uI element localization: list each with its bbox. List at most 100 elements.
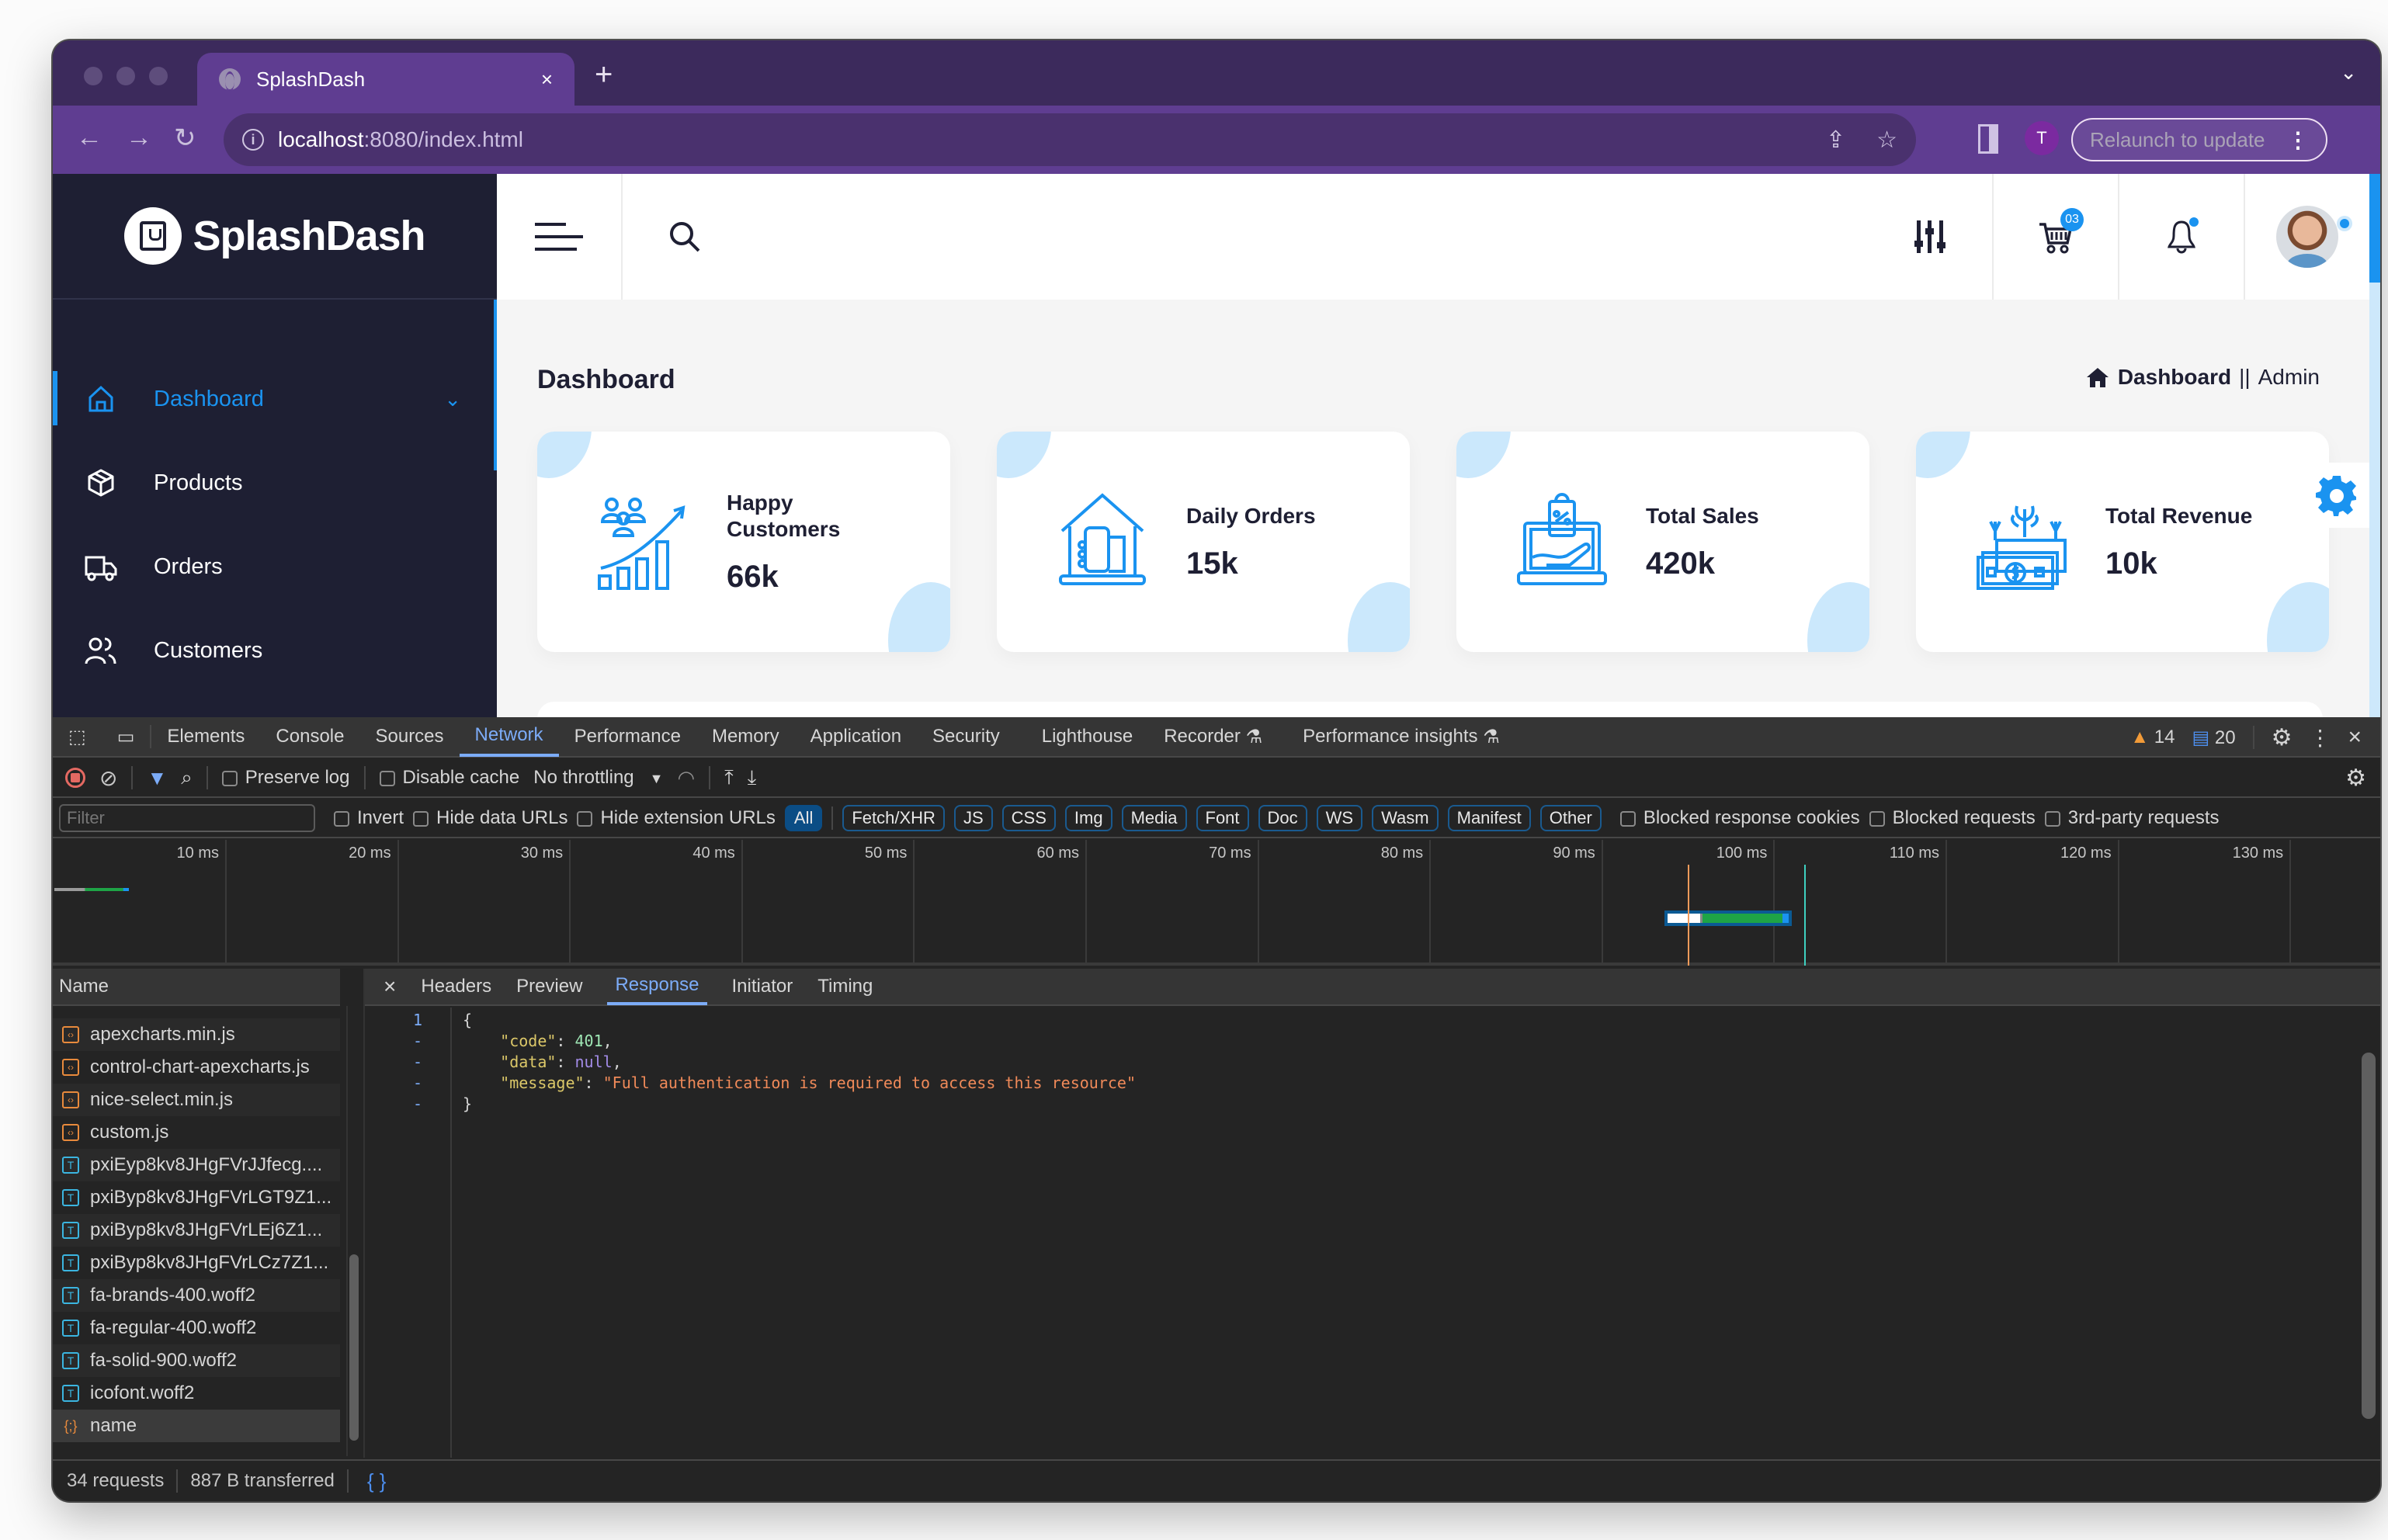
close-detail-icon[interactable]: × <box>384 974 396 999</box>
address-bar[interactable]: i localhost :8080/index.html ⇪ ☆ <box>224 113 1916 166</box>
zoom-window-button[interactable] <box>149 67 168 85</box>
request-row[interactable]: ‹› apexcharts.min.js <box>53 1018 340 1051</box>
relaunch-button[interactable]: Relaunch to update ⋮ <box>2071 118 2327 161</box>
request-row[interactable]: TpxiByp8kv8JHgFVrLGT9Z1... <box>53 1181 340 1214</box>
request-row[interactable]: Ticofont.woff2 <box>53 1377 340 1410</box>
hide-extension-urls-checkbox[interactable]: Hide extension URLs <box>577 807 776 829</box>
site-info-icon[interactable]: i <box>242 129 264 151</box>
detail-tab-initiator[interactable]: Initiator <box>732 976 793 997</box>
more-menu-icon[interactable]: ⋮ <box>2287 127 2309 153</box>
type-filter-css[interactable]: CSS <box>1001 805 1056 831</box>
type-filter-doc[interactable]: Doc <box>1258 805 1307 831</box>
request-row[interactable]: TpxiEyp8kv8JHgFVrJJfecg.... <box>53 1149 340 1181</box>
forward-icon[interactable]: → <box>126 123 152 153</box>
minimize-window-button[interactable] <box>116 67 135 85</box>
request-row[interactable]: ‹› control-chart-apexcharts.js <box>53 1051 340 1084</box>
breadcrumb-current[interactable]: Dashboard <box>2118 365 2231 390</box>
type-filter-manifest[interactable]: Manifest <box>1447 805 1531 831</box>
warnings-counter[interactable]: ▲ 14 <box>2130 727 2175 748</box>
type-filter-media[interactable]: Media <box>1121 805 1187 831</box>
messages-counter[interactable]: ▤ 20 <box>2192 727 2236 749</box>
type-filter-js[interactable]: JS <box>953 805 993 831</box>
chevron-down-icon[interactable]: ⌄ <box>444 387 461 411</box>
tab-memory[interactable]: Memory <box>696 716 795 757</box>
disable-cache-checkbox[interactable]: Disable cache <box>379 767 519 789</box>
request-row[interactable]: ‹› nice-select.min.js <box>53 1084 340 1116</box>
request-row[interactable]: TpxiByp8kv8JHgFVrLCz7Z1... <box>53 1247 340 1279</box>
sidebar-item-orders[interactable]: Orders <box>53 525 497 609</box>
type-filter-ws[interactable]: WS <box>1316 805 1363 831</box>
type-filter-font[interactable]: Font <box>1196 805 1249 831</box>
clear-icon[interactable]: ⊘ <box>99 765 117 791</box>
filter-funnel-icon[interactable]: ▼ <box>147 766 167 790</box>
network-conditions-icon[interactable]: ◠ <box>678 766 696 790</box>
request-row[interactable]: Tfa-solid-900.woff2 <box>53 1344 340 1377</box>
throttling-select[interactable]: No throttling ▼ <box>533 767 663 789</box>
side-panel-icon[interactable] <box>1978 124 1998 154</box>
request-row[interactable]: TpxiByp8kv8JHgFVrLEj6Z1... <box>53 1214 340 1247</box>
import-har-icon[interactable]: ⤒ <box>724 765 734 790</box>
detail-tab-timing[interactable]: Timing <box>817 976 873 997</box>
devtools-more-icon[interactable]: ⋮ <box>2309 725 2331 751</box>
type-filter-all[interactable]: All <box>784 805 823 831</box>
close-window-button[interactable] <box>84 67 102 85</box>
search-button[interactable] <box>623 174 747 300</box>
menu-toggle-button[interactable] <box>497 174 621 300</box>
settings-sliders-button[interactable] <box>1868 174 1992 300</box>
tab-lighthouse[interactable]: Lighthouse <box>1026 716 1148 757</box>
sidebar-item-dashboard[interactable]: Dashboard ⌄ <box>53 357 497 441</box>
profile-avatar[interactable]: T <box>2025 121 2059 155</box>
tab-search-chevron-icon[interactable]: ⌄ <box>2340 61 2357 85</box>
type-filter-img[interactable]: Img <box>1064 805 1112 831</box>
tab-network[interactable]: Network <box>459 716 559 757</box>
type-filter-other[interactable]: Other <box>1539 805 1602 831</box>
tab-recorder[interactable]: Recorder ⚗ <box>1148 716 1278 757</box>
devtools-close-icon[interactable]: × <box>2348 724 2362 751</box>
network-overview-timeline[interactable]: 10 ms 20 ms 30 ms 40 ms 50 ms 60 ms 70 ms 80 ms… <box>53 840 2380 966</box>
share-icon[interactable]: ⇪ <box>1826 127 1845 154</box>
theme-settings-button[interactable] <box>2304 463 2369 528</box>
tab-close-icon[interactable]: × <box>541 68 553 92</box>
request-row[interactable]: {;} name <box>53 1410 340 1442</box>
logo[interactable]: SplashDash <box>53 174 497 300</box>
new-tab-button[interactable]: + <box>595 57 613 92</box>
devtools-settings-icon[interactable]: ⚙ <box>2272 724 2293 751</box>
response-scrollbar[interactable] <box>2362 1053 2376 1419</box>
sidebar-item-products[interactable]: Products <box>53 441 497 525</box>
name-column-header[interactable]: Name <box>53 969 340 1006</box>
tab-performance[interactable]: Performance <box>559 716 696 757</box>
tab-elements[interactable]: Elements <box>151 716 260 757</box>
blocked-cookies-checkbox[interactable]: Blocked response cookies <box>1619 807 1860 829</box>
browser-tab[interactable]: SplashDash × <box>197 53 574 106</box>
tab-sources[interactable]: Sources <box>359 716 459 757</box>
record-stop-icon[interactable] <box>65 768 85 788</box>
tab-application[interactable]: Application <box>795 716 917 757</box>
filter-input[interactable] <box>59 804 315 832</box>
type-filter-fetch-xhr[interactable]: Fetch/XHR <box>842 805 945 831</box>
device-toolbar-icon[interactable]: ▭ <box>102 716 151 757</box>
tab-performance-insights[interactable]: Performance insights ⚗ <box>1287 716 1515 757</box>
export-har-icon[interactable]: ⤓ <box>748 765 757 790</box>
request-row[interactable]: Tfa-regular-400.woff2 <box>53 1312 340 1344</box>
network-settings-icon[interactable]: ⚙ <box>2345 765 2366 792</box>
blocked-requests-checkbox[interactable]: Blocked requests <box>1869 807 2036 829</box>
hide-data-urls-checkbox[interactable]: Hide data URLs <box>413 807 567 829</box>
tab-console[interactable]: Console <box>260 716 359 757</box>
cart-button[interactable]: 03 <box>1994 174 2118 300</box>
tab-security[interactable]: Security <box>917 716 1015 757</box>
request-row[interactable]: ‹› custom.js <box>53 1116 340 1149</box>
user-menu-button[interactable] <box>2245 174 2369 300</box>
detail-tab-headers[interactable]: Headers <box>421 976 491 997</box>
response-body[interactable]: 1---- { "code": 401, "data": null, "mess… <box>365 1008 2380 1458</box>
detail-tab-preview[interactable]: Preview <box>516 976 582 997</box>
reload-icon[interactable]: ↻ <box>174 123 196 154</box>
type-filter-wasm[interactable]: Wasm <box>1372 805 1439 831</box>
inspect-element-icon[interactable]: ⬚ <box>53 716 102 757</box>
invert-checkbox[interactable]: Invert <box>334 807 404 829</box>
sidebar-item-customers[interactable]: Customers <box>53 609 497 692</box>
preserve-log-checkbox[interactable]: Preserve log <box>221 767 350 789</box>
bookmark-star-icon[interactable]: ☆ <box>1876 127 1897 154</box>
request-list-scrollbar[interactable] <box>346 1006 359 1456</box>
detail-tab-response[interactable]: Response <box>607 968 707 1005</box>
third-party-checkbox[interactable]: 3rd-party requests <box>2044 807 2220 829</box>
